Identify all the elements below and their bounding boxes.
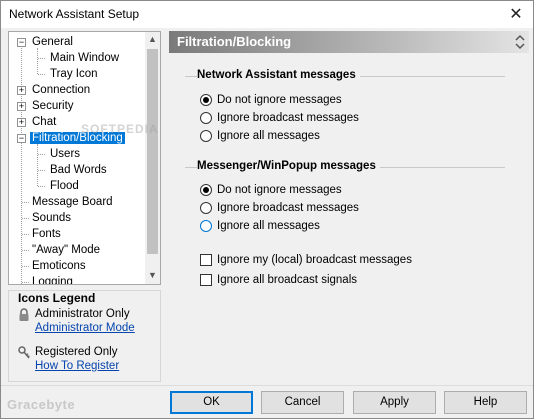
tree-item-label: Users [50, 148, 81, 160]
tree-content: − General Main Window Tray Icon + Connec… [9, 32, 145, 284]
cancel-button[interactable]: Cancel [261, 391, 344, 414]
watermark-center: SOFTPEDIA [81, 122, 159, 136]
tree-connector [38, 74, 45, 75]
tree-connector [38, 58, 45, 59]
radio-button[interactable] [200, 220, 212, 232]
tree-item-bad-words[interactable]: Bad Words [50, 162, 107, 178]
radio-label: Ignore all messages [217, 220, 320, 232]
tree-item-label: Bad Words [50, 164, 107, 176]
scroll-up-arrow-icon[interactable]: ▲ [145, 32, 160, 47]
radio-label: Do not ignore messages [217, 184, 342, 196]
radio-button[interactable] [200, 130, 212, 142]
scroll-thumb[interactable] [147, 49, 158, 254]
tree-item-users[interactable]: Users [50, 146, 80, 162]
checkbox-label: Ignore my (local) broadcast messages [217, 254, 412, 266]
apply-button[interactable]: Apply [353, 391, 436, 414]
lock-icon [19, 308, 29, 321]
radio-button[interactable] [200, 202, 212, 214]
title-bar: Network Assistant Setup ✕ [1, 1, 533, 28]
tree-item-general[interactable]: General [32, 34, 73, 50]
expand-icon[interactable]: + [17, 86, 26, 95]
tree-connector [38, 154, 45, 155]
tree-item-connection[interactable]: Connection [32, 82, 90, 98]
tree-connector [21, 143, 22, 284]
tree-item-chat[interactable]: Chat [32, 114, 56, 130]
tree-item-security[interactable]: Security [32, 98, 74, 114]
tree-scrollbar[interactable]: ▲ ▼ [145, 32, 160, 284]
key-icon [18, 346, 30, 359]
tree-item-label: Tray Icon [50, 68, 98, 80]
legend-title: Icons Legend [18, 291, 96, 305]
icons-legend: Icons Legend Administrator Only Administ… [8, 290, 161, 382]
settings-tree[interactable]: − General Main Window Tray Icon + Connec… [8, 31, 161, 285]
tree-connector [22, 218, 29, 219]
registered-only-label: Registered Only [35, 346, 118, 358]
tree-item-away-mode[interactable]: "Away" Mode [32, 242, 100, 258]
tree-connector [22, 234, 29, 235]
setup-window: Network Assistant Setup ✕ − General Main… [0, 0, 534, 419]
tree-item-label: "Away" Mode [32, 244, 101, 256]
tree-item-logging[interactable]: Logging [32, 274, 73, 285]
tree-item-label: Main Window [50, 52, 120, 64]
tree-connector [37, 48, 38, 74]
collapse-icon[interactable]: − [17, 38, 26, 47]
radio-label: Ignore broadcast messages [217, 202, 359, 214]
tree-item-sounds[interactable]: Sounds [32, 210, 71, 226]
radio-label: Ignore broadcast messages [217, 112, 359, 124]
radio-button[interactable] [200, 184, 212, 196]
tree-item-label: Emoticons [32, 260, 86, 272]
footer-divider [1, 385, 533, 386]
tree-item-label: Sounds [32, 212, 72, 224]
group-title-network-assistant: Network Assistant messages [197, 69, 360, 81]
tree-item-label: Fonts [32, 228, 61, 240]
tree-item-fonts[interactable]: Fonts [32, 226, 61, 242]
tree-connector [37, 144, 38, 186]
tree-connector [22, 266, 29, 267]
tree-item-label: Chat [32, 116, 57, 128]
expand-icon[interactable]: + [17, 118, 26, 127]
admin-only-label: Administrator Only [35, 308, 130, 320]
window-title: Network Assistant Setup [9, 7, 140, 21]
checkbox-label: Ignore all broadcast signals [217, 274, 357, 286]
tree-connector [38, 186, 45, 187]
page-title: Filtration/Blocking [177, 34, 292, 49]
ok-button[interactable]: OK [170, 391, 253, 414]
help-button[interactable]: Help [444, 391, 527, 414]
tree-item-label: Security [32, 100, 74, 112]
tree-item-label: Connection [32, 84, 91, 96]
admin-mode-link[interactable]: Administrator Mode [35, 322, 135, 334]
watermark-bottom: Gracebyte [7, 397, 76, 412]
tree-item-main-window[interactable]: Main Window [50, 50, 119, 66]
tree-connector [22, 250, 29, 251]
scroll-down-arrow-icon[interactable]: ▼ [145, 268, 160, 283]
checkbox[interactable] [200, 254, 212, 266]
tree-connector [38, 170, 45, 171]
close-button[interactable]: ✕ [499, 1, 533, 28]
tree-connector [22, 202, 29, 203]
tree-item-label: Logging [32, 276, 73, 285]
tree-item-label: Flood [50, 180, 79, 192]
radio-button[interactable] [200, 112, 212, 124]
group-title-messenger: Messenger/WinPopup messages [197, 160, 380, 172]
tree-item-message-board[interactable]: Message Board [32, 194, 113, 210]
tree-item-label: General [32, 36, 73, 48]
tree-item-tray-icon[interactable]: Tray Icon [50, 66, 98, 82]
radio-label: Do not ignore messages [217, 94, 342, 106]
how-to-register-link[interactable]: How To Register [35, 360, 119, 372]
radio-button[interactable] [200, 94, 212, 106]
tree-item-label: Message Board [32, 196, 113, 208]
tree-item-flood[interactable]: Flood [50, 178, 79, 194]
panel-header: Filtration/Blocking [169, 31, 529, 53]
checkbox[interactable] [200, 274, 212, 286]
tree-connector [22, 282, 29, 283]
tree-item-emoticons[interactable]: Emoticons [32, 258, 86, 274]
radio-label: Ignore all messages [217, 130, 320, 142]
expand-icon[interactable]: + [17, 102, 26, 111]
collapse-arrows-icon[interactable] [514, 33, 526, 51]
collapse-icon[interactable]: − [17, 134, 26, 143]
